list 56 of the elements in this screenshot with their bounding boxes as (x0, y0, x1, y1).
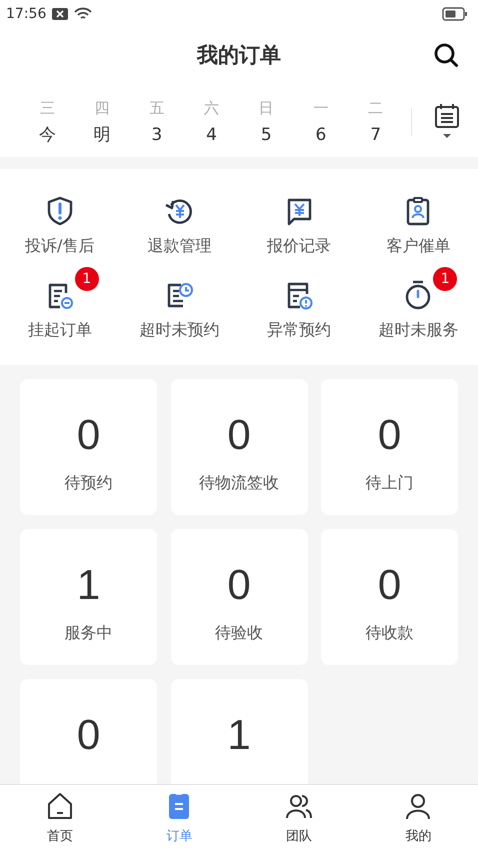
order-count: 0 (378, 561, 402, 609)
order-count-card[interactable]: 0 待验收 (170, 529, 308, 665)
order-count: 1 (76, 561, 100, 609)
order-count: 0 (227, 561, 251, 609)
wifi-icon (74, 7, 92, 21)
order-count-card[interactable]: 1 服务中 (20, 529, 157, 665)
weekday-label: 日 (258, 99, 274, 117)
notification-icon (52, 8, 68, 20)
count-badge: 1 (74, 267, 99, 291)
order-count: 0 (227, 411, 251, 459)
shortcut-label[interactable]: 异常预约 (266, 320, 331, 341)
date-item[interactable]: 7 (370, 125, 382, 145)
weekday-label: 六 (204, 99, 220, 117)
weekday-label: 二 (368, 99, 384, 117)
shortcut-label[interactable]: 超时未预约 (139, 320, 220, 341)
shortcut-label[interactable]: 退款管理 (147, 236, 212, 257)
shortcut-label[interactable]: 超时未服务 (378, 320, 458, 341)
search-icon[interactable] (433, 42, 459, 68)
shortcut-label[interactable]: 报价记录 (266, 236, 331, 257)
order-count: 1 (227, 711, 251, 759)
order-status-label: 待上门 (366, 473, 414, 494)
shortcut-label[interactable]: 投诉/售后 (25, 236, 94, 257)
order-status-label: 待预约 (64, 473, 112, 494)
tab[interactable]: 我的 (358, 785, 478, 850)
shortcut-label[interactable]: 挂起订单 (28, 320, 92, 341)
order-status-label: 待收款 (366, 623, 414, 644)
order-count: 0 (378, 411, 402, 459)
order-count-card[interactable]: 1 (170, 679, 308, 784)
weekday-label: 一 (313, 99, 328, 117)
date-item[interactable]: 今 (38, 125, 56, 145)
order-count: 0 (76, 411, 100, 459)
date-item[interactable]: 5 (260, 125, 272, 145)
order-count-card[interactable]: 0 待物流签收 (170, 379, 308, 515)
date-item[interactable]: 3 (151, 125, 162, 145)
battery-icon (442, 7, 468, 21)
page-title: 我的订单 (197, 42, 281, 69)
order-count-card[interactable]: 0 (20, 679, 157, 784)
order-count-card[interactable]: 0 待收款 (321, 529, 458, 665)
tab[interactable]: 首页 (0, 785, 120, 850)
count-badge: 1 (433, 267, 458, 291)
calendar-dropdown-icon[interactable] (434, 103, 460, 141)
weekday-label: 三 (40, 99, 55, 117)
date-item[interactable]: 明 (94, 125, 111, 145)
order-count-card[interactable]: 0 待上门 (321, 379, 458, 515)
order-status-label: 待物流签收 (199, 473, 279, 494)
date-item[interactable]: 4 (206, 125, 217, 145)
order-status-label: 待验收 (215, 623, 263, 644)
tab[interactable]: 团队 (239, 785, 358, 850)
shortcut-label[interactable]: 客户催单 (386, 236, 450, 257)
weekday-label: 四 (94, 99, 110, 117)
order-status-label: 服务中 (64, 623, 112, 644)
status-time: 17:56 (6, 6, 46, 22)
date-item[interactable]: 6 (316, 125, 326, 145)
weekday-label: 五 (149, 99, 164, 117)
order-count: 0 (76, 711, 100, 759)
order-count-card[interactable]: 0 待预约 (20, 379, 157, 515)
